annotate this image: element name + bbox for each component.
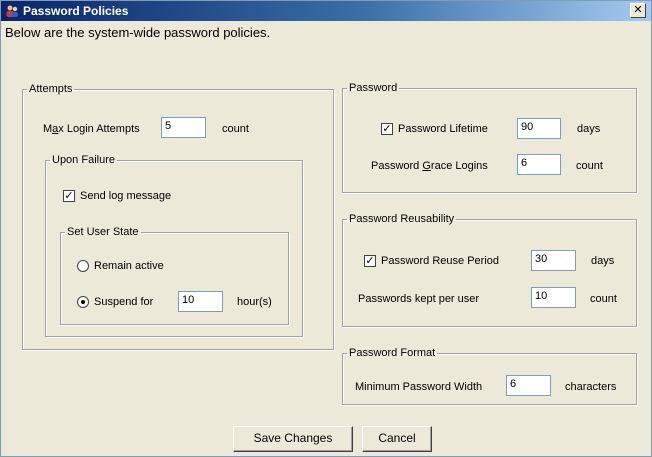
min-password-width-unit: characters (565, 381, 617, 393)
users-icon (6, 5, 18, 17)
policy-description: Below are the system-wide password polic… (5, 25, 271, 40)
max-login-attempts-input[interactable]: 5 (161, 117, 206, 138)
reuse-period-input[interactable]: 30 (531, 250, 576, 271)
password-reusability-group: Password Reusability (342, 213, 637, 327)
password-group: Password (342, 82, 637, 193)
close-icon: ✕ (633, 3, 643, 16)
kept-per-user-unit: count (590, 293, 617, 305)
reuse-period-label: Password Reuse Period (381, 255, 500, 267)
set-user-state-legend: Set User State (67, 226, 139, 238)
suspend-hours-input[interactable]: 10 (178, 291, 223, 312)
grace-logins-input[interactable]: 6 (517, 154, 561, 175)
password-lifetime-unit: days (577, 123, 601, 135)
reuse-period-checkbox[interactable]: ✓ (364, 255, 376, 267)
suspend-hours-unit: hour(s) (237, 296, 272, 308)
attempts-legend: Attempts (29, 83, 73, 95)
password-reusability-legend: Password Reusability (349, 213, 455, 225)
close-button[interactable]: ✕ (630, 3, 646, 18)
upon-failure-legend: Upon Failure (52, 154, 115, 166)
grace-logins-unit: count (576, 160, 603, 172)
title-bar: Password Policies ✕ (1, 1, 651, 21)
password-lifetime-checkbox[interactable]: ✓ (381, 123, 393, 135)
password-lifetime-input[interactable]: 90 (517, 118, 561, 139)
suspend-for-label: Suspend for (94, 296, 154, 308)
password-format-legend: Password Format (349, 347, 436, 359)
cancel-button[interactable]: Cancel (362, 426, 432, 452)
window-title: Password Policies (23, 4, 129, 18)
kept-per-user-label: Passwords kept per user (358, 293, 480, 305)
reuse-period-unit: days (591, 255, 615, 267)
password-format-group: Password Format (342, 347, 637, 405)
min-password-width-label: Minimum Password Width (355, 381, 483, 393)
max-login-attempts-label: Max Login Attempts (43, 123, 140, 135)
remain-active-radio[interactable] (77, 260, 89, 272)
remain-active-label: Remain active (94, 260, 164, 272)
grace-logins-label: Password Grace Logins (371, 160, 488, 172)
max-login-attempts-unit: count (222, 123, 249, 135)
password-policies-window: Password Policies ✕ Below are the system… (0, 0, 652, 457)
suspend-for-radio[interactable] (77, 296, 89, 308)
password-legend: Password (349, 82, 398, 94)
send-log-checkbox[interactable]: ✓ (63, 190, 75, 202)
send-log-label: Send log message (80, 190, 172, 202)
kept-per-user-input[interactable]: 10 (531, 287, 576, 308)
save-changes-button[interactable]: Save Changes (233, 426, 353, 452)
set-user-state-group: Set User State (60, 226, 289, 325)
min-password-width-input[interactable]: 6 (506, 375, 551, 396)
password-lifetime-label: Password Lifetime (398, 123, 488, 135)
